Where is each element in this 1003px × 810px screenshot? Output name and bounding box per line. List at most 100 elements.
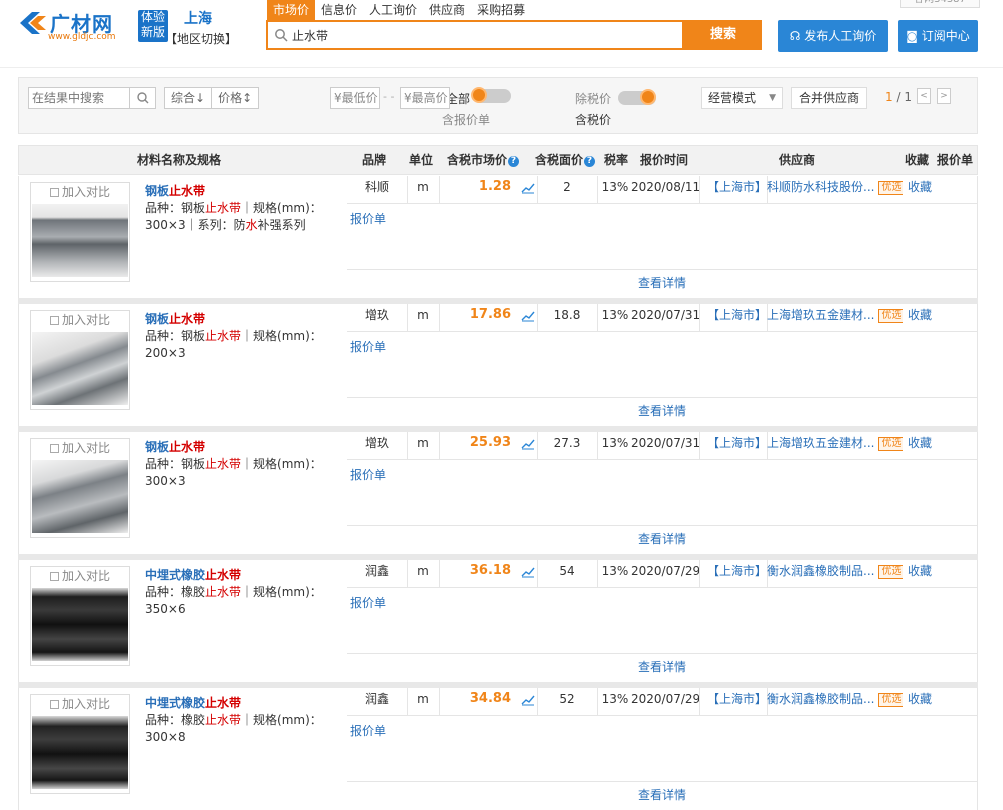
supplier-link[interactable]: 【上海市】上海增玖五金建材...	[707, 308, 874, 322]
quote-list-link[interactable]: 报价单	[350, 338, 386, 355]
price-trend-icon[interactable]	[519, 432, 537, 459]
product-name-prefix: 钢板	[145, 312, 170, 326]
spec-part-1: 品种：钢板	[145, 329, 206, 343]
supplier-cell[interactable]: 【上海市】衡水润鑫橡胶制品... 优选	[707, 688, 903, 715]
quote-time-cell: 2020/07/29	[631, 564, 699, 578]
product-image[interactable]	[32, 332, 128, 405]
supplier-link[interactable]: 【上海市】衡水润鑫橡胶制品...	[707, 564, 874, 578]
tab-procurement[interactable]: 采购招募	[471, 0, 531, 20]
view-details-link[interactable]: 查看详情	[347, 783, 977, 808]
product-image[interactable]	[32, 460, 128, 533]
merge-suppliers-button[interactable]: 合并供应商	[791, 87, 867, 109]
add-compare-checkbox[interactable]: 加入对比	[31, 183, 129, 201]
price-trend-icon[interactable]	[519, 560, 537, 587]
price-trend-icon[interactable]	[519, 688, 537, 715]
publish-inquiry-button[interactable]: ☊ 发布人工询价	[778, 20, 888, 52]
product-name-link[interactable]: 中埋式橡胶止水带	[145, 694, 241, 711]
col-name: 材料名称及规格	[137, 153, 222, 167]
tab-supplier[interactable]: 供应商	[423, 0, 471, 20]
view-details-link[interactable]: 查看详情	[347, 399, 977, 424]
next-page-button[interactable]: >	[937, 88, 951, 104]
result-search-input[interactable]	[32, 90, 128, 106]
supplier-cell[interactable]: 【上海市】科顺防水科技股份... 优选	[707, 176, 903, 203]
collect-link[interactable]: 收藏	[905, 432, 935, 459]
max-price-input[interactable]: ¥最高价	[400, 87, 450, 109]
result-search-button[interactable]	[129, 88, 155, 108]
supplier-cell[interactable]: 【上海市】上海增玖五金建材... 优选	[707, 432, 903, 459]
product-name-link[interactable]: 钢板止水带	[145, 182, 205, 199]
product-image-box[interactable]: 加入对比	[30, 438, 130, 538]
help-icon[interactable]: ?	[584, 156, 596, 167]
view-details-link[interactable]: 查看详情	[347, 271, 977, 296]
collect-link[interactable]: 收藏	[905, 688, 935, 715]
price-trend-icon[interactable]	[519, 304, 537, 331]
product-image[interactable]	[32, 204, 128, 277]
col-market-price[interactable]: 含税市场价?	[447, 146, 520, 174]
quote-list-link[interactable]: 报价单	[350, 722, 386, 739]
login-stub[interactable]: 谷网34387	[900, 0, 980, 8]
col-quote-time[interactable]: 报价时间	[640, 146, 688, 174]
subscribe-center-button[interactable]: ◙ 订阅中心	[898, 20, 978, 52]
add-compare-checkbox[interactable]: 加入对比	[31, 567, 129, 585]
help-icon[interactable]: ?	[508, 156, 520, 167]
search-input[interactable]	[292, 25, 672, 45]
col-brand[interactable]: 品牌	[362, 146, 386, 174]
product-image-box[interactable]: 加入对比	[30, 694, 130, 794]
supplier-cell[interactable]: 【上海市】上海增玖五金建材... 优选	[707, 304, 903, 331]
quote-list-toggle[interactable]	[471, 87, 511, 103]
min-price-input[interactable]: ¥最低价	[330, 87, 380, 109]
search-button[interactable]: 搜索	[684, 20, 762, 50]
preferred-badge: 优选	[878, 565, 903, 579]
collect-link[interactable]: 收藏	[905, 176, 935, 203]
collect-link[interactable]: 收藏	[905, 560, 935, 587]
price-trend-icon[interactable]	[519, 176, 537, 203]
add-compare-checkbox[interactable]: 加入对比	[31, 439, 129, 457]
logo-mark-icon	[20, 12, 46, 34]
product-image-box[interactable]: 加入对比	[30, 566, 130, 666]
quote-list-link[interactable]: 报价单	[350, 594, 386, 611]
view-details-link[interactable]: 查看详情	[347, 527, 977, 552]
view-details-link[interactable]: 查看详情	[347, 655, 977, 680]
product-image[interactable]	[32, 588, 128, 661]
quote-list-link[interactable]: 报价单	[350, 210, 386, 227]
product-name-link[interactable]: 中埋式橡胶止水带	[145, 566, 241, 583]
market-price-cell: 34.84	[469, 691, 511, 706]
business-mode-select[interactable]: 经营模式 ▼	[701, 87, 783, 109]
subscribe-center-label: 订阅中心	[921, 29, 970, 43]
city-switch-link[interactable]: 【地区切换】	[165, 30, 237, 47]
col-face-price[interactable]: 含税面价?	[535, 146, 596, 174]
supplier-link[interactable]: 【上海市】衡水润鑫橡胶制品...	[707, 692, 874, 706]
add-compare-checkbox[interactable]: 加入对比	[31, 311, 129, 329]
tax-toggle[interactable]	[618, 89, 656, 105]
product-image-box[interactable]: 加入对比	[30, 310, 130, 410]
prev-page-button[interactable]: <	[917, 88, 931, 104]
add-compare-checkbox[interactable]: 加入对比	[31, 695, 129, 713]
product-spec: 品种：钢板止水带｜规格(mm)：300×3	[145, 456, 341, 490]
sort-composite[interactable]: 综合↓	[165, 88, 213, 108]
product-name-prefix: 钢板	[145, 440, 170, 454]
sort-price[interactable]: 价格↕	[212, 88, 258, 108]
tab-info-price[interactable]: 信息价	[315, 0, 363, 20]
supplier-link[interactable]: 【上海市】科顺防水科技股份...	[707, 180, 874, 194]
search-icon	[275, 29, 288, 42]
logo-badge[interactable]: 体验新版	[138, 10, 168, 42]
unit-cell: m	[417, 692, 429, 706]
row-divider	[347, 203, 977, 204]
product-image-box[interactable]: 加入对比	[30, 182, 130, 282]
tab-manual-inquiry[interactable]: 人工询价	[363, 0, 423, 20]
spec-part-1: 品种：钢板	[145, 201, 206, 215]
tax-rate-cell: 13%	[601, 692, 629, 706]
supplier-link[interactable]: 【上海市】上海增玖五金建材...	[707, 436, 874, 450]
product-name-link[interactable]: 钢板止水带	[145, 310, 205, 327]
checkbox-icon	[49, 700, 59, 709]
product-image[interactable]	[32, 716, 128, 789]
product-spec: 品种：橡胶止水带｜规格(mm)：300×8	[145, 712, 341, 746]
quote-list-link[interactable]: 报价单	[350, 466, 386, 483]
tab-market-price[interactable]: 市场价	[267, 0, 316, 20]
collect-link[interactable]: 收藏	[905, 304, 935, 331]
product-name-prefix: 中埋式橡胶	[145, 568, 206, 582]
cell-divider	[597, 176, 598, 203]
product-name-link[interactable]: 钢板止水带	[145, 438, 205, 455]
supplier-cell[interactable]: 【上海市】衡水润鑫橡胶制品... 优选	[707, 560, 903, 587]
site-logo[interactable]: 广材网 体验新版 www.gldjc.com	[18, 8, 168, 44]
